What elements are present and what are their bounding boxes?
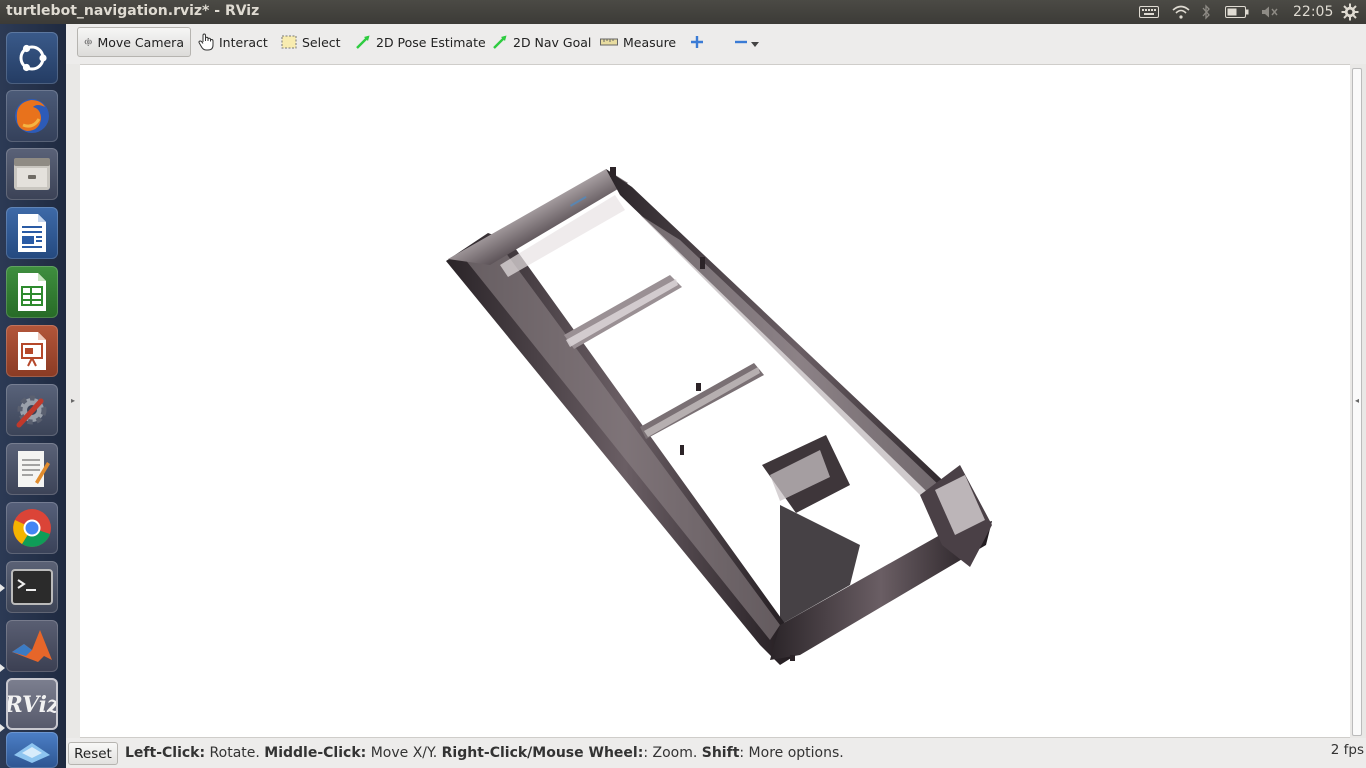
bluetooth-icon[interactable] [1198,4,1214,20]
nav-goal-label: 2D Nav Goal [513,34,592,50]
libreoffice-writer-icon [18,214,46,252]
firefox-launcher[interactable] [6,90,58,142]
interact-tool[interactable]: Interact [192,27,274,57]
dash-home-button[interactable] [6,32,58,84]
running-indicator [0,664,5,672]
system-settings-icon [16,395,47,428]
add-tool-button[interactable] [684,27,710,57]
libreoffice-impress-icon [18,332,46,370]
clock[interactable]: 22:05 [1293,4,1333,20]
window-title: turtlebot_navigation.rviz* - RViz [6,3,260,19]
fps-counter: 2 fps [1330,742,1364,758]
mouse-help-text: Left-Click: Rotate. Middle-Click: Move X… [125,745,844,761]
remove-tool-button[interactable] [728,27,765,57]
left-dock-collapse[interactable]: ▸ [66,64,80,738]
status-bar: Reset Left-Click: Rotate. Middle-Click: … [66,738,1366,768]
text-editor-icon [18,451,50,487]
text-editor-launcher[interactable] [6,443,58,495]
chrome-icon [13,509,51,547]
select-label: Select [302,34,341,50]
ruler-icon [600,38,618,46]
help-middle-click-desc: Move X/Y. [366,745,442,761]
impress-launcher[interactable] [6,325,58,377]
files-icon [14,158,50,190]
help-middle-click-key: Middle-Click: [264,745,367,761]
firefox-icon [15,99,49,133]
dash-home-icon [19,44,47,72]
right-dock-collapse[interactable]: ◂ [1350,64,1366,738]
rviz-launcher[interactable]: RViz [6,678,58,730]
select-rect-icon [281,35,297,49]
terminal-icon [11,569,53,605]
green-arrow-icon [493,35,507,49]
interact-label: Interact [219,34,268,50]
matlab-icon [12,630,52,662]
files-launcher[interactable] [6,148,58,200]
move-camera-label: Move Camera [97,34,184,50]
minus-icon [735,40,747,44]
launcher: RViz [0,24,67,768]
rviz-icon: RViz [8,692,56,718]
keyboard-icon[interactable] [1138,4,1160,20]
help-right-click-key: Right-Click/Mouse Wheel: [441,745,644,761]
hand-pointer-icon [198,33,214,51]
gazebo-icon [14,743,50,763]
select-tool[interactable]: Select [275,27,347,57]
reset-button[interactable]: Reset [68,742,118,765]
expand-left-icon: ▸ [71,396,76,405]
move-camera-icon [84,38,93,46]
help-right-click-desc: : Zoom. [643,745,702,761]
help-left-click-desc: Rotate. [205,745,265,761]
expand-right-icon: ◂ [1355,396,1360,405]
pointcloud-map [446,167,992,665]
gazebo-launcher[interactable] [6,732,58,768]
wifi-icon[interactable] [1170,4,1192,20]
power-gear-icon[interactable] [1340,3,1360,21]
libreoffice-calc-icon [18,273,46,311]
chevron-down-icon [751,42,759,47]
writer-launcher[interactable] [6,207,58,259]
matlab-launcher[interactable] [6,620,58,672]
volume-muted-icon[interactable] [1260,4,1280,20]
battery-icon[interactable] [1224,4,1250,20]
svg-text:RViz: RViz [8,692,56,718]
pose-estimate-tool[interactable]: 2D Pose Estimate [349,27,492,57]
chrome-launcher[interactable] [6,502,58,554]
rviz-toolbar: Move Camera Interact Select 2D Pose Esti… [66,24,1366,65]
measure-label: Measure [623,34,677,50]
move-camera-tool[interactable]: Move Camera [77,27,191,57]
settings-launcher[interactable] [6,384,58,436]
help-left-click-key: Left-Click: [125,745,206,761]
pose-estimate-label: 2D Pose Estimate [376,34,486,50]
running-indicator [0,724,5,732]
measure-tool[interactable]: Measure [594,27,682,57]
green-arrow-icon [356,35,370,49]
help-shift-desc: : More options. [739,745,844,761]
plus-icon [691,36,703,48]
render-viewport[interactable] [80,64,1350,738]
nav-goal-tool[interactable]: 2D Nav Goal [486,27,597,57]
terminal-launcher[interactable] [6,561,58,613]
calc-launcher[interactable] [6,266,58,318]
help-shift-key: Shift [701,745,740,761]
running-indicator [0,584,5,592]
top-panel: turtlebot_navigation.rviz* - RViz 22:05 [0,0,1366,24]
